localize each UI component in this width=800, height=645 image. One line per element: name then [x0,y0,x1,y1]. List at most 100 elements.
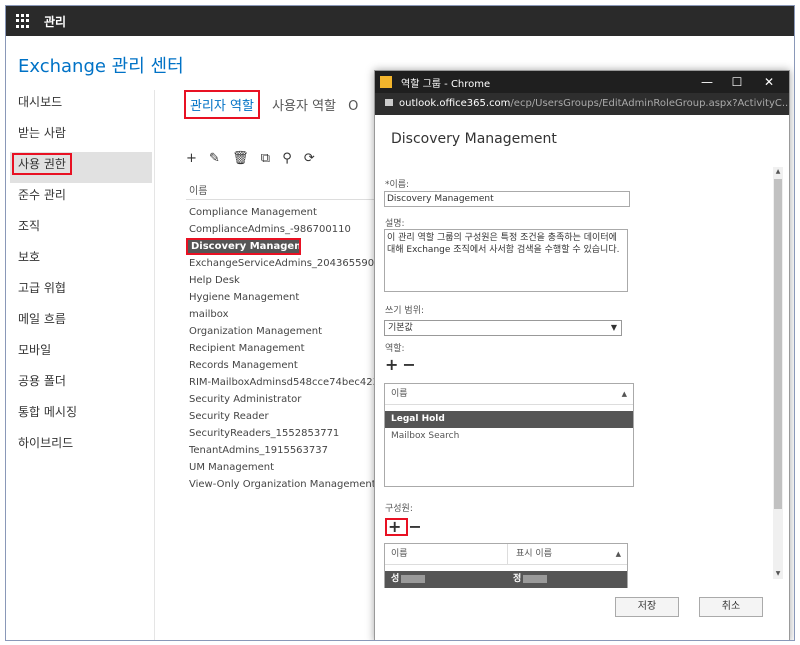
minimize-button[interactable]: — [697,73,717,91]
scroll-thumb[interactable] [774,179,782,509]
window-title-bar[interactable]: 역할 그룹 - Chrome — ☐ ✕ [375,71,789,93]
tab-other[interactable]: O [348,99,358,114]
name-label: *이름: [385,180,410,190]
cancel-button[interactable]: 취소 [699,597,763,617]
list-item[interactable]: Mailbox Search [385,428,633,445]
sidebar-item-mobile[interactable]: 모바일 [10,338,152,369]
list-item-selected[interactable]: Discovery Management [186,238,301,255]
tab-admin-roles[interactable]: 관리자 역할 [184,90,260,119]
list-item[interactable]: Recipient Management [186,340,376,357]
add-role-icon[interactable]: + [385,355,402,374]
lock-icon [385,98,393,106]
list-item[interactable]: TenantAdmins_1915563737 [186,442,376,459]
sidebar-item-dashboard[interactable]: 대시보드 [10,90,152,121]
sidebar-item-hybrid[interactable]: 하이브리드 [10,431,152,462]
form-scrollbar[interactable]: ▲ ▼ [773,167,783,579]
refresh-icon[interactable]: ⟳ [304,151,318,166]
add-icon[interactable]: + [186,151,200,166]
app-launcher-icon[interactable] [16,14,30,28]
list-item[interactable]: Compliance Management [186,204,376,221]
sidebar-item-label: 메일 흐름 [18,312,66,326]
sidebar-item-unified-messaging[interactable]: 통합 메시징 [10,400,152,431]
list-item-selected[interactable]: Legal Hold [385,411,633,428]
list-item[interactable]: Security Reader [186,408,376,425]
list-header-divider [186,199,376,200]
write-scope-value: 기본값 [388,323,413,333]
list-item[interactable]: Help Desk [186,272,376,289]
edit-form: Discovery Management *이름: Discovery Mana… [375,115,789,640]
remove-member-icon[interactable]: − [408,517,425,536]
form-heading: Discovery Management [391,131,557,147]
members-column-display[interactable]: 표시 이름 [508,549,552,559]
sidebar-item-label: 모바일 [18,343,52,357]
close-button[interactable]: ✕ [759,73,779,91]
redacted-text [523,574,548,583]
exchange-admin-window: 관리 Exchange 관리 센터 대시보드 받는 사람 사용 권한 준수 관리… [5,5,795,641]
sidebar-item-mail-flow[interactable]: 메일 흐름 [10,307,152,338]
delete-icon[interactable]: 🗑 [232,151,252,166]
redacted-text [401,574,426,583]
save-button[interactable]: 저장 [615,597,679,617]
copy-icon[interactable]: ⧉ [261,151,273,166]
scroll-down-icon[interactable]: ▼ [773,569,783,579]
sidebar-item-compliance[interactable]: 준수 관리 [10,183,152,214]
name-field[interactable]: Discovery Management [384,191,630,207]
list-column-header[interactable]: 이름 [189,182,207,197]
write-scope-select[interactable]: 기본값 ▼ [384,320,622,336]
description-field[interactable]: 이 관리 역할 그룹의 구성원은 특정 조건을 충족하는 데이터에 대해 Exc… [384,229,628,292]
list-item[interactable]: UM Management [186,459,376,476]
app-icon [380,76,392,88]
list-item[interactable]: SecurityReaders_1552853771 [186,425,376,442]
url-path: /ecp/UsersGroups/EditAdminRoleGroup.aspx… [510,98,789,109]
sidebar-item-label: 조직 [18,219,41,233]
chevron-down-icon: ▼ [610,323,617,332]
sidebar-item-label: 통합 메시징 [18,405,78,419]
sidebar-item-label: 받는 사람 [18,126,66,140]
sidebar-item-permissions[interactable]: 사용 권한 [10,152,152,183]
roles-list: 이름 ▲ Legal Hold Mailbox Search [384,383,634,487]
sort-up-icon: ▲ [621,390,627,398]
members-list: 이름 표시 이름 ▲ 성정 [384,543,628,588]
app-title: 관리 [44,15,67,29]
add-member-icon[interactable]: + [385,518,409,536]
search-icon[interactable]: ⚲ [282,151,295,166]
tab-bar: 관리자 역할 사용자 역할 O [184,90,366,119]
scroll-up-icon[interactable]: ▲ [773,167,783,177]
list-item[interactable]: Hygiene Management [186,289,376,306]
sidebar-item-label: 사용 권한 [12,153,72,175]
sidebar-item-organization[interactable]: 조직 [10,214,152,245]
sort-up-icon: ▲ [615,550,621,558]
top-bar: 관리 [6,6,794,36]
sidebar-item-public-folders[interactable]: 공용 폴더 [10,369,152,400]
sidebar-item-label: 대시보드 [18,95,63,109]
member-display-name: 정 [513,574,522,584]
remove-role-icon[interactable]: − [402,355,419,374]
sidebar-item-recipients[interactable]: 받는 사람 [10,121,152,152]
list-item[interactable]: Records Management [186,357,376,374]
roles-column-header[interactable]: 이름 ▲ [385,384,633,405]
members-actions: + − [385,517,426,536]
list-item[interactable]: mailbox [186,306,376,323]
window-title: 역할 그룹 - Chrome [401,79,491,90]
list-item[interactable]: View-Only Organization Management [186,476,376,493]
roles-label: 역할: [385,344,405,354]
members-label: 구성원: [385,504,413,514]
url-bar[interactable]: outlook.office365.com/ecp/UsersGroups/Ed… [375,93,789,115]
tab-user-roles[interactable]: 사용자 역할 [272,95,336,114]
list-item[interactable]: ExchangeServiceAdmins_2043655903 [186,255,376,272]
maximize-button[interactable]: ☐ [727,73,747,91]
sidebar-item-protection[interactable]: 보호 [10,245,152,276]
sidebar-item-advanced-threats[interactable]: 고급 위협 [10,276,152,307]
list-item[interactable]: Organization Management [186,323,376,340]
edit-icon[interactable]: ✎ [209,151,223,166]
list-item[interactable]: ComplianceAdmins_-986700110 [186,221,376,238]
list-item[interactable]: RIM-MailboxAdminsd548cce74bec423980c4 [186,374,376,391]
list-item[interactable]: Security Administrator [186,391,376,408]
list-item-selected[interactable]: 성정 [385,571,627,588]
write-scope-label: 쓰기 범위: [385,306,425,316]
sidebar-item-label: 공용 폴더 [18,374,66,388]
sidebar-item-label: 보호 [18,250,41,264]
member-name: 성 [391,574,400,584]
description-label: 설명: [385,219,405,229]
members-column-name[interactable]: 이름 [385,544,508,564]
